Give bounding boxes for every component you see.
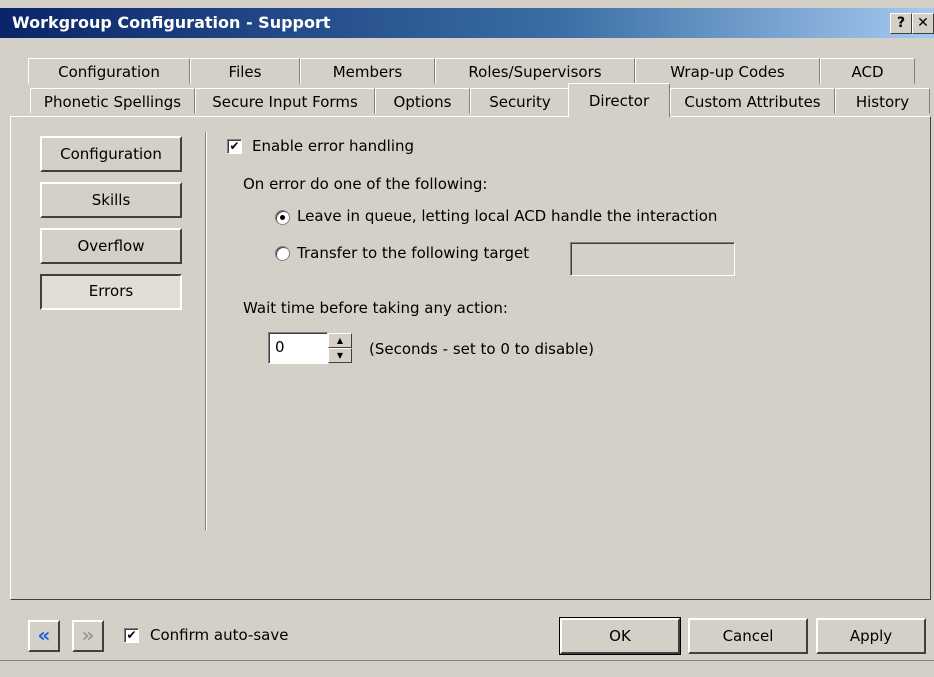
bottom-divider: [0, 660, 934, 661]
window-title: Workgroup Configuration - Support: [12, 13, 331, 32]
tab-configuration[interactable]: Configuration: [28, 58, 190, 84]
tab-wrap-up-codes[interactable]: Wrap-up Codes: [635, 58, 820, 84]
forward-icon[interactable]: »: [72, 620, 104, 652]
vertical-separator: [205, 132, 207, 530]
transfer-target-label[interactable]: Transfer to the following target: [297, 244, 529, 262]
help-button[interactable]: ?: [890, 13, 912, 34]
close-button[interactable]: ✕: [912, 13, 934, 34]
on-error-label: On error do one of the following:: [243, 175, 488, 193]
tab-acd[interactable]: ACD: [820, 58, 915, 84]
tab-secure-input-forms[interactable]: Secure Input Forms: [195, 88, 375, 114]
confirm-auto-save-checkbox[interactable]: ✔: [124, 628, 139, 643]
tab-security[interactable]: Security: [470, 88, 570, 114]
tab-members[interactable]: Members: [300, 58, 435, 84]
workgroup-config-window: Workgroup Configuration - Support ? ✕ Co…: [0, 0, 934, 677]
leave-in-queue-label[interactable]: Leave in queue, letting local ACD handle…: [297, 207, 717, 225]
transfer-target-radio[interactable]: [275, 246, 290, 261]
spin-down-icon[interactable]: ▼: [328, 348, 352, 363]
tab-custom-attributes[interactable]: Custom Attributes: [670, 88, 835, 114]
side-skills-button[interactable]: Skills: [40, 182, 182, 218]
side-overflow-button[interactable]: Overflow: [40, 228, 182, 264]
tab-options[interactable]: Options: [375, 88, 470, 114]
tab-director[interactable]: Director: [568, 83, 670, 117]
apply-button[interactable]: Apply: [816, 618, 926, 654]
tab-roles-supervisors[interactable]: Roles/Supervisors: [435, 58, 635, 84]
confirm-auto-save-label[interactable]: Confirm auto-save: [150, 626, 288, 644]
wait-time-input[interactable]: 0: [268, 332, 328, 364]
spin-up-icon[interactable]: ▲: [328, 333, 352, 348]
transfer-target-field[interactable]: [570, 242, 735, 276]
title-bar[interactable]: Workgroup Configuration - Support ? ✕: [0, 8, 934, 38]
cancel-button[interactable]: Cancel: [688, 618, 808, 654]
wait-time-label: Wait time before taking any action:: [243, 299, 508, 317]
enable-error-handling-checkbox[interactable]: ✔: [227, 139, 242, 154]
enable-error-handling-label[interactable]: Enable error handling: [252, 137, 414, 155]
side-errors-button[interactable]: Errors: [40, 274, 182, 310]
wait-time-hint: (Seconds - set to 0 to disable): [369, 340, 594, 358]
back-icon[interactable]: «: [28, 620, 60, 652]
tab-phonetic-spellings[interactable]: Phonetic Spellings: [30, 88, 195, 114]
tab-files[interactable]: Files: [190, 58, 300, 84]
side-configuration-button[interactable]: Configuration: [40, 136, 182, 172]
tab-history[interactable]: History: [835, 88, 930, 114]
leave-in-queue-radio[interactable]: [275, 210, 290, 225]
ok-button[interactable]: OK: [559, 617, 681, 655]
